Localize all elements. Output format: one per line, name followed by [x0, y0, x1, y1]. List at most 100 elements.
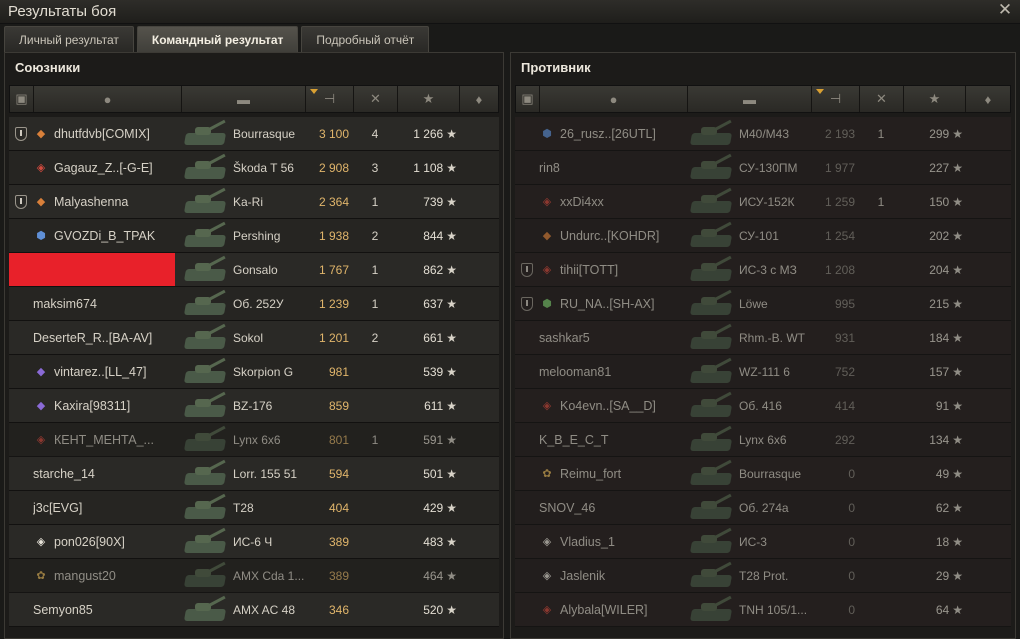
table-row[interactable]: ◆ Kaxira[98311] BZ-176 859 611 ★	[9, 389, 499, 423]
platoon-column-icon[interactable]: ▣	[516, 86, 540, 112]
table-row[interactable]: melooman81 WZ-111 6 752 157 ★	[515, 355, 1011, 389]
star-icon: ★	[952, 296, 963, 311]
tank-column-icon[interactable]: ▬	[688, 86, 812, 112]
xp-column-icon[interactable]: ★	[398, 86, 460, 112]
table-row[interactable]: ◈ Alybala[WILER] TNH 105/1... 0 64 ★	[515, 593, 1011, 627]
clan-badge-icon: ◈	[542, 604, 552, 616]
xp-value: 62	[935, 500, 950, 515]
table-row[interactable]: ◈ Jaslenik T28 Prot. 0 29 ★	[515, 559, 1011, 593]
damage-value: 752	[834, 364, 855, 379]
tank-name: WZ-111 6	[739, 364, 790, 379]
player-column-icon[interactable]: ●	[34, 86, 182, 112]
damage-value: 0	[848, 534, 855, 549]
kills-column-icon[interactable]: ✕	[860, 86, 904, 112]
platoon-icon	[15, 126, 27, 141]
tank-icon	[687, 289, 735, 319]
table-row[interactable]: maksim674 Об. 252У 1 239 1 637 ★	[9, 287, 499, 321]
table-row[interactable]: ⬢ RU_NA..[SH-AX] Löwe 995 215 ★	[515, 287, 1011, 321]
player-name: rin8	[539, 160, 560, 175]
table-row[interactable]: SNOV_46 Об. 274а 0 62 ★	[515, 491, 1011, 525]
xp-value: 661	[423, 330, 444, 345]
xp-column-icon[interactable]: ★	[904, 86, 966, 112]
star-icon: ★	[446, 228, 457, 243]
tank-icon	[687, 459, 735, 489]
table-row[interactable]: ◆ vintarez..[LL_47] Skorpion G 981 539 ★	[9, 355, 499, 389]
tab-detailed-report[interactable]: Подробный отчёт	[301, 26, 430, 52]
table-row[interactable]: ✿ mangust20 AMX Cda 1... 389 464 ★	[9, 559, 499, 593]
platoon-column-icon[interactable]: ▣	[10, 86, 34, 112]
table-row[interactable]: Semyon85 AMX AC 48 346 520 ★	[9, 593, 499, 627]
damage-value: 981	[328, 364, 349, 379]
tank-icon	[687, 187, 735, 217]
table-row[interactable]: sashkar5 Rhm.-B. WT 931 184 ★	[515, 321, 1011, 355]
tank-cell: Об. 274а	[687, 493, 811, 523]
player-cell: sashkar5	[539, 330, 687, 346]
tank-name: ИС-3 с МЗ	[739, 262, 797, 277]
table-row[interactable]: ◆ Undurc..[KOHDR] СУ-101 1 254 202 ★	[515, 219, 1011, 253]
tank-cell: AMX Cda 1...	[181, 561, 305, 591]
table-row[interactable]: ◈ xxDi4xx ИСУ-152К 1 259 1 150 ★	[515, 185, 1011, 219]
tank-name: Об. 252У	[233, 296, 284, 311]
player-name: Malyashenna	[54, 194, 129, 209]
damage-value: 3 100	[318, 126, 349, 141]
table-row[interactable]: ◈ Vladius_1 ИС-3 0 18 ★	[515, 525, 1011, 559]
player-cell: DeserteR_R..[BA-AV]	[33, 330, 181, 346]
clan-badge-icon: ✿	[542, 468, 552, 480]
tank-icon	[687, 561, 735, 591]
tank-name: Bourrasque	[233, 126, 296, 141]
tank-icon	[181, 595, 229, 625]
table-row[interactable]: ⬢ GVOZDi_B_TPAK Pershing 1 938 2 844 ★	[9, 219, 499, 253]
damage-column-icon[interactable]: ⊣	[306, 86, 354, 112]
table-row[interactable]: DeserteR_R..[BA-AV] Sokol 1 201 2 661 ★	[9, 321, 499, 355]
tab-team-result[interactable]: Командный результат	[136, 26, 299, 52]
tank-name: Lynx 6x6	[233, 432, 281, 447]
table-row[interactable]: K_B_E_C_T Lynx 6x6 292 134 ★	[515, 423, 1011, 457]
damage-value: 2 908	[318, 160, 349, 175]
damage-value: 1 767	[318, 262, 349, 277]
medal-column-icon[interactable]: ♦	[460, 86, 498, 112]
tank-name: Sokol	[233, 330, 264, 345]
table-row[interactable]: ◈ tihii[TOTT] ИС-3 с МЗ 1 208 204 ★	[515, 253, 1011, 287]
tank-column-icon[interactable]: ▬	[182, 86, 306, 112]
tank-cell: TNH 105/1...	[687, 595, 811, 625]
table-row[interactable]: ◈ pon026[90X] ИС-6 Ч 389 483 ★	[9, 525, 499, 559]
xp-value: 483	[423, 534, 444, 549]
star-icon: ★	[952, 262, 963, 277]
window-titlebar: Результаты боя ✕	[0, 0, 1020, 24]
tank-icon	[181, 323, 229, 353]
kills-value: 2	[371, 330, 379, 345]
damage-value: 995	[834, 296, 855, 311]
table-row[interactable]: ◈ Ko4evn..[SA__D] Об. 416 414 91 ★	[515, 389, 1011, 423]
kills-column-icon[interactable]: ✕	[354, 86, 398, 112]
player-cell: ⬢ GVOZDi_B_TPAK	[33, 228, 181, 244]
player-column-icon[interactable]: ●	[540, 86, 688, 112]
star-icon: ★	[952, 126, 963, 141]
clan-badge-icon: ◈	[542, 570, 552, 582]
kills-value: 4	[371, 126, 379, 141]
clan-badge-icon: ◈	[36, 536, 46, 548]
player-cell: Semyon85	[33, 602, 181, 618]
close-icon[interactable]: ✕	[996, 1, 1014, 19]
table-row[interactable]: ✿ Reimu_fort Bourrasque 0 49 ★	[515, 457, 1011, 491]
window-title: Результаты боя	[8, 3, 117, 20]
medal-column-icon[interactable]: ♦	[966, 86, 1010, 112]
tank-cell: Bourrasque	[687, 459, 811, 489]
table-row[interactable]: ◈ КЕНТ_МЕНТА_... Lynx 6x6 801 1 591 ★	[9, 423, 499, 457]
player-cell: starche_14	[33, 466, 181, 482]
table-row[interactable]: Gonsalo 1 767 1 862 ★	[9, 253, 499, 287]
tab-personal-result[interactable]: Личный результат	[4, 26, 134, 52]
allies-rows: ◆ dhutfdvb[COMIX] Bourrasque 3 100 4 1 266 ★ ◈ G…	[9, 117, 499, 627]
player-cell: ◈ tihii[TOTT]	[539, 262, 687, 278]
table-row[interactable]: ◆ dhutfdvb[COMIX] Bourrasque 3 100 4 1 266 ★	[9, 117, 499, 151]
damage-column-icon[interactable]: ⊣	[812, 86, 860, 112]
player-cell: ◆ Undurc..[KOHDR]	[539, 228, 687, 244]
table-row[interactable]: ◈ Gagauz_Z..[-G-E] Škoda T 56 2 908 3 1 108 ★	[9, 151, 499, 185]
tank-cell: Lynx 6x6	[181, 425, 305, 455]
table-row[interactable]: rin8 СУ-130ПМ 1 977 227 ★	[515, 151, 1011, 185]
table-row[interactable]: starche_14 Lorr. 155 51 594 501 ★	[9, 457, 499, 491]
table-row[interactable]: j3c[EVG] T28 404 429 ★	[9, 491, 499, 525]
clan-badge-icon: ◆	[36, 366, 46, 378]
tank-name: Löwe	[739, 296, 768, 311]
table-row[interactable]: ⬢ 26_rusz..[26UTL] M40/M43 2 193 1 299 ★	[515, 117, 1011, 151]
table-row[interactable]: ◆ Malyashenna Ka-Ri 2 364 1 739 ★	[9, 185, 499, 219]
